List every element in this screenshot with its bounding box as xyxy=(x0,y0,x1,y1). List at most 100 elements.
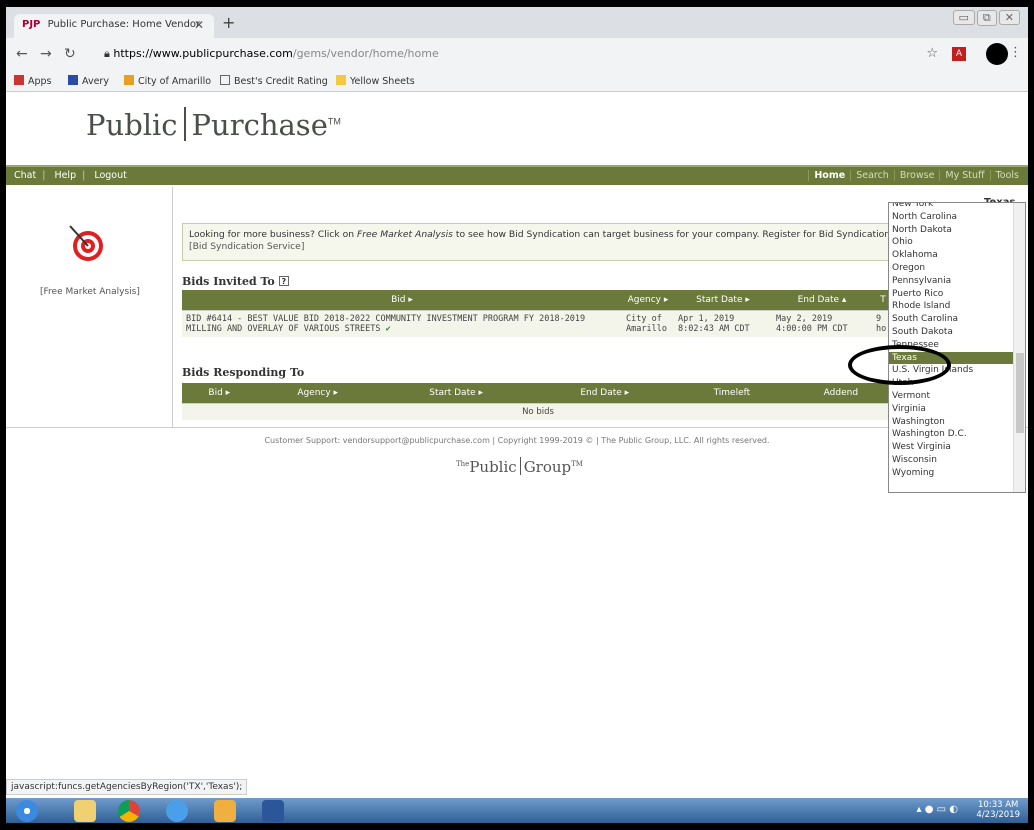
state-option[interactable]: Wisconsin xyxy=(889,454,1025,467)
reload-icon[interactable]: ↻ xyxy=(64,46,76,62)
avery-icon xyxy=(68,75,78,85)
state-option[interactable]: Wyoming xyxy=(889,467,1025,480)
back-icon[interactable]: ← xyxy=(16,46,28,62)
taskbar-clock[interactable]: 10:33 AM 4/23/2019 xyxy=(976,800,1020,820)
bids-responding-table: Bid ▸ Agency ▸ Start Date ▸ End Date ▸ T… xyxy=(182,383,894,420)
state-option[interactable]: Rhode Island xyxy=(889,300,1025,313)
lock-icon: 🔒︎ xyxy=(104,47,114,60)
table-row[interactable]: BID #6414 - BEST VALUE BID 2018-2022 COM… xyxy=(182,309,894,337)
state-option[interactable]: Ohio xyxy=(889,236,1025,249)
tab-title: Public Purchase: Home Vendor xyxy=(47,19,201,30)
state-option[interactable]: Virginia xyxy=(889,403,1025,416)
help-link[interactable]: Help xyxy=(54,170,76,181)
state-option[interactable]: Vermont xyxy=(889,390,1025,403)
state-option[interactable]: South Dakota xyxy=(889,326,1025,339)
state-option[interactable]: Oregon xyxy=(889,262,1025,275)
menu-icon[interactable]: ⋮ xyxy=(1009,45,1022,60)
nav-browse[interactable]: Browse xyxy=(893,170,940,181)
internet-explorer-icon[interactable] xyxy=(166,800,188,822)
state-option[interactable]: Pennsylvania xyxy=(889,275,1025,288)
system-tray-icons[interactable]: ▴ ● ▭ ◐ xyxy=(917,804,958,815)
end-date-cell: May 2, 2019 4:00:00 PM CDT xyxy=(772,309,872,337)
tab-bar: PJP Public Purchase: Home Vendor ✕ + ▭ ⧉ ✕ xyxy=(6,7,1028,38)
state-option[interactable]: Washington xyxy=(889,416,1025,429)
state-option[interactable]: Puerto Rico xyxy=(889,288,1025,301)
highlight-annotation-circle xyxy=(848,345,951,385)
start-button-icon[interactable] xyxy=(16,800,38,822)
nav-tools[interactable]: Tools xyxy=(989,170,1024,181)
chrome-icon[interactable] xyxy=(118,800,140,822)
bookmark-bests-credit-rating[interactable]: Best's Credit Rating xyxy=(220,75,328,87)
site-logo[interactable]: Public PurchaseTM xyxy=(86,107,341,142)
page-icon xyxy=(220,75,230,85)
scrollbar-thumb[interactable] xyxy=(1016,353,1024,433)
start-date-cell: Apr 1, 2019 8:02:43 AM CDT xyxy=(674,309,772,337)
bookmark-avery[interactable]: Avery xyxy=(68,75,109,87)
bid-title-link[interactable]: BID #6414 - BEST VALUE BID 2018-2022 COM… xyxy=(182,309,622,337)
logout-link[interactable]: Logout xyxy=(94,170,127,181)
forward-icon[interactable]: → xyxy=(40,46,52,62)
minimize-icon[interactable]: ▭ xyxy=(952,10,975,25)
url-path: /gems/vendor/home/home xyxy=(292,47,439,60)
bookmark-star-icon[interactable]: ☆ xyxy=(926,46,938,61)
footer-text: Customer Support: vendorsupport@publicpu… xyxy=(6,427,1028,445)
restore-icon[interactable]: ⧉ xyxy=(976,10,997,26)
amarillo-icon xyxy=(124,75,134,85)
word-icon[interactable] xyxy=(262,800,284,822)
logo-public: Public xyxy=(86,108,178,142)
pdf-extension-icon[interactable]: A xyxy=(952,47,966,61)
state-option[interactable]: North Dakota xyxy=(889,224,1025,237)
public-group-logo: ThePublic GroupTM xyxy=(456,457,583,476)
nav-home[interactable]: Home xyxy=(808,170,850,181)
nav-search[interactable]: Search xyxy=(850,170,894,181)
main-menu-bar: Chat | Help | Logout Home Search Browse My St… xyxy=(6,165,1028,185)
col-start-date[interactable]: Start Date ▸ xyxy=(378,383,534,403)
chat-link[interactable]: Chat xyxy=(14,170,36,181)
state-option[interactable]: West Virginia xyxy=(889,441,1025,454)
free-market-analysis-em: Free Market Analysis xyxy=(356,229,453,240)
col-bid[interactable]: Bid ▸ xyxy=(182,383,257,403)
url-host: https://www.publicpurchase.com xyxy=(113,47,293,60)
bid-syndication-notice: Looking for more business? Click on Free… xyxy=(182,223,894,261)
window-controls: ▭ ⧉ ✕ xyxy=(951,10,1020,26)
dropdown-scrollbar[interactable] xyxy=(1013,203,1025,492)
outlook-icon[interactable] xyxy=(214,800,236,822)
free-market-analysis-link[interactable]: [Free Market Analysis] xyxy=(40,287,140,297)
apps-icon xyxy=(14,75,24,85)
state-option[interactable]: North Carolina xyxy=(889,211,1025,224)
bookmarks-bar: Apps Avery City of Amarillo Best's Credi… xyxy=(6,70,1028,92)
agency-cell: City of Amarillo xyxy=(622,309,674,337)
browser-tab[interactable]: PJP Public Purchase: Home Vendor ✕ xyxy=(14,14,214,38)
bookmark-apps[interactable]: Apps xyxy=(14,75,52,87)
bids-invited-table: Bid ▸ Agency ▸ Start Date ▸ End Date ▴ T… xyxy=(182,290,894,337)
bids-responding-title: Bids Responding To xyxy=(182,366,305,379)
close-window-icon[interactable]: ✕ xyxy=(998,10,1020,25)
col-start-date[interactable]: Start Date ▸ xyxy=(674,290,772,310)
profile-avatar[interactable] xyxy=(986,43,1008,65)
check-icon: ✔ xyxy=(385,323,391,334)
bookmark-yellow-sheets[interactable]: Yellow Sheets xyxy=(336,75,415,87)
browser-window: PJP Public Purchase: Home Vendor ✕ + ▭ ⧉ ✕… xyxy=(6,7,1028,823)
target-icon[interactable] xyxy=(66,222,106,262)
state-option[interactable]: South Carolina xyxy=(889,313,1025,326)
site-favicon: PJP xyxy=(22,19,41,30)
help-icon[interactable]: ? xyxy=(278,276,289,286)
new-tab-icon[interactable]: + xyxy=(222,13,235,32)
url-field[interactable]: 🔒︎ https://www.publicpurchase.com/gems/v… xyxy=(96,43,916,65)
col-addendum[interactable]: Addend xyxy=(787,383,894,403)
state-option[interactable]: Oklahoma xyxy=(889,249,1025,262)
col-agency[interactable]: Agency ▸ xyxy=(256,383,379,403)
col-bid[interactable]: Bid ▸ xyxy=(182,290,622,310)
file-explorer-icon[interactable] xyxy=(74,800,96,822)
bookmark-city-of-amarillo[interactable]: City of Amarillo xyxy=(124,75,211,87)
col-end-date[interactable]: End Date ▸ xyxy=(533,383,676,403)
no-bids-message: No bids xyxy=(182,402,894,420)
close-tab-icon[interactable]: ✕ xyxy=(194,18,204,32)
state-option[interactable]: New York xyxy=(889,203,1025,211)
bid-syndication-service-link[interactable]: [Bid Syndication Service] xyxy=(189,241,304,252)
col-end-date[interactable]: End Date ▴ xyxy=(772,290,872,310)
logo-purchase: Purchase xyxy=(191,108,328,142)
state-option[interactable]: Washington D.C. xyxy=(889,428,1025,441)
col-agency[interactable]: Agency ▸ xyxy=(622,290,674,310)
nav-my-stuff[interactable]: My Stuff xyxy=(939,170,989,181)
